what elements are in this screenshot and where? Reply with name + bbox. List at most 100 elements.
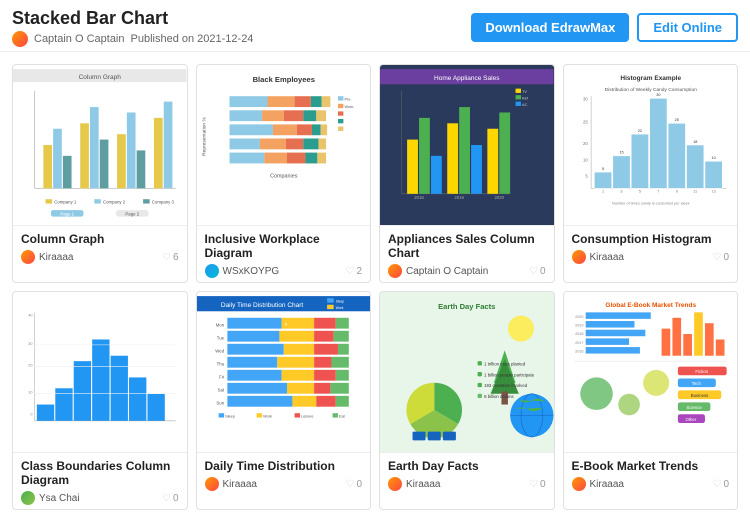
card-author-5: Ysa Chai xyxy=(21,491,80,505)
svg-text:5: 5 xyxy=(638,190,640,194)
download-button[interactable]: Download EdrawMax xyxy=(471,13,629,42)
card-footer-2: WSxKOYPG ♡ 2 xyxy=(205,264,363,278)
svg-text:Eat: Eat xyxy=(339,415,346,419)
svg-text:25: 25 xyxy=(583,119,588,124)
card-ebook-market[interactable]: Global E-Book Market Trends xyxy=(563,291,739,510)
card-appliances-sales[interactable]: Home Appliance Sales TV Ref AC xyxy=(379,64,555,283)
card-author-8: Kiraaaa xyxy=(572,477,624,491)
svg-text:20: 20 xyxy=(28,364,32,368)
edit-button[interactable]: Edit Online xyxy=(637,13,738,42)
svg-text:Wed: Wed xyxy=(215,348,224,353)
card-thumb-4: Histogram Example Distribution of Weekly… xyxy=(564,65,738,225)
card-column-graph[interactable]: Column Graph xyxy=(12,64,188,283)
card-daily-time[interactable]: Daily Time Distribution Chart Sleep Work… xyxy=(196,291,372,510)
header-left: Stacked Bar Chart Captain O Captain Publ… xyxy=(12,8,253,47)
publish-date: Published on 2021-12-24 xyxy=(131,33,254,45)
card-author-6: Kiraaaa xyxy=(205,477,257,491)
inclusive-workplace-chart: Black Employees Representation % xyxy=(197,65,371,225)
header-actions: Download EdrawMax Edit Online xyxy=(471,13,738,42)
svg-text:Sleep: Sleep xyxy=(225,415,235,419)
svg-text:Sun: Sun xyxy=(216,401,224,406)
svg-text:1 trillion trees planted: 1 trillion trees planted xyxy=(484,361,526,366)
svg-text:5: 5 xyxy=(585,174,588,179)
card-thumb-3: Home Appliance Sales TV Ref AC xyxy=(380,65,554,225)
svg-text:30: 30 xyxy=(28,342,32,346)
svg-text:8 billion actions: 8 billion actions xyxy=(484,394,514,399)
heart-icon-3: ♡ xyxy=(529,266,538,277)
card-likes-4: ♡ 0 xyxy=(712,252,729,263)
card-title-8: E-Book Market Trends xyxy=(572,459,730,473)
card-author-7: Kiraaaa xyxy=(388,477,440,491)
svg-text:7: 7 xyxy=(657,190,659,194)
svg-text:2019: 2019 xyxy=(454,195,464,200)
heart-icon-4: ♡ xyxy=(712,252,721,263)
svg-text:40: 40 xyxy=(28,314,32,318)
author-name: Captain O Captain xyxy=(34,33,125,45)
svg-text:Tue: Tue xyxy=(216,335,224,340)
card-inclusive-workplace[interactable]: Black Employees Representation % xyxy=(196,64,372,283)
svg-text:Work: Work xyxy=(335,306,343,310)
svg-text:Thu: Thu xyxy=(216,361,224,366)
author-name-7: Kiraaaa xyxy=(406,479,440,490)
svg-text:Sleep: Sleep xyxy=(335,300,344,304)
card-info-6: Daily Time Distribution Kiraaaa ♡ 0 xyxy=(197,452,371,495)
svg-text:15: 15 xyxy=(619,151,623,155)
card-likes-3: ♡ 0 xyxy=(529,266,546,277)
svg-text:Global E-Book Market Trends: Global E-Book Market Trends xyxy=(605,302,696,309)
ebook-market-chart: Global E-Book Market Trends xyxy=(564,292,738,452)
svg-text:TV: TV xyxy=(522,90,527,94)
svg-text:11: 11 xyxy=(693,190,697,194)
svg-text:2017: 2017 xyxy=(575,341,583,345)
svg-text:Page 2: Page 2 xyxy=(125,211,139,216)
card-author-3: Captain O Captain xyxy=(388,264,488,278)
author-avatar-3 xyxy=(388,264,402,278)
svg-text:Company 1: Company 1 xyxy=(54,200,77,205)
card-earth-day[interactable]: Earth Day Facts 1 trillion trees planted… xyxy=(379,291,555,510)
heart-icon-7: ♡ xyxy=(529,479,538,490)
card-author-2: WSxKOYPG xyxy=(205,264,280,278)
svg-text:1 billion people participate: 1 billion people participate xyxy=(484,372,535,377)
svg-text:2020: 2020 xyxy=(575,315,583,319)
svg-text:Home Appliance Sales: Home Appliance Sales xyxy=(434,75,500,82)
svg-text:Companies: Companies xyxy=(270,174,298,180)
likes-count-5: 0 xyxy=(173,493,179,504)
author-avatar-5 xyxy=(21,491,35,505)
author-avatar xyxy=(12,31,28,47)
likes-count-6: 0 xyxy=(356,479,362,490)
svg-text:10: 10 xyxy=(28,391,32,395)
likes-count-1: 6 xyxy=(173,252,179,263)
svg-text:10: 10 xyxy=(583,157,588,162)
column-graph-chart: Column Graph xyxy=(13,65,187,225)
card-author-4: Kiraaaa xyxy=(572,250,624,264)
svg-text:18: 18 xyxy=(693,140,697,144)
svg-text:Earth Day Facts: Earth Day Facts xyxy=(438,302,495,311)
svg-text:Representation %: Representation % xyxy=(201,117,207,156)
page-title: Stacked Bar Chart xyxy=(12,8,253,29)
likes-count-3: 0 xyxy=(540,266,546,277)
svg-text:Other: Other xyxy=(685,417,696,422)
svg-text:Science: Science xyxy=(686,405,702,410)
card-thumb-2: Black Employees Representation % xyxy=(197,65,371,225)
svg-text:Pre-: Pre- xyxy=(344,98,352,102)
card-title-1: Column Graph xyxy=(21,232,179,246)
card-thumb-8: Global E-Book Market Trends xyxy=(564,292,738,452)
author-avatar-2 xyxy=(205,264,219,278)
earth-day-chart: Earth Day Facts 1 trillion trees planted… xyxy=(380,292,554,452)
author-name-8: Kiraaaa xyxy=(590,479,624,490)
svg-text:2020: 2020 xyxy=(494,195,504,200)
svg-text:25: 25 xyxy=(674,118,678,122)
class-boundaries-chart: 40 30 20 10 0 xyxy=(13,292,187,452)
svg-text:Daily Time Distribution Chart: Daily Time Distribution Chart xyxy=(220,302,303,309)
card-footer-7: Kiraaaa ♡ 0 xyxy=(388,477,546,491)
card-class-boundaries[interactable]: 40 30 20 10 0 Class Boundaries Column Di… xyxy=(12,291,188,510)
svg-text:13: 13 xyxy=(711,190,715,194)
card-footer-8: Kiraaaa ♡ 0 xyxy=(572,477,730,491)
card-info-7: Earth Day Facts Kiraaaa ♡ 0 xyxy=(380,452,554,495)
svg-text:8: 8 xyxy=(284,322,286,326)
author-name-6: Kiraaaa xyxy=(223,479,257,490)
card-consumption-histogram[interactable]: Histogram Example Distribution of Weekly… xyxy=(563,64,739,283)
card-title-5: Class Boundaries Column Diagram xyxy=(21,459,179,487)
card-footer-6: Kiraaaa ♡ 0 xyxy=(205,477,363,491)
svg-text:0: 0 xyxy=(30,412,32,416)
consumption-histogram-chart: Histogram Example Distribution of Weekly… xyxy=(564,65,738,225)
